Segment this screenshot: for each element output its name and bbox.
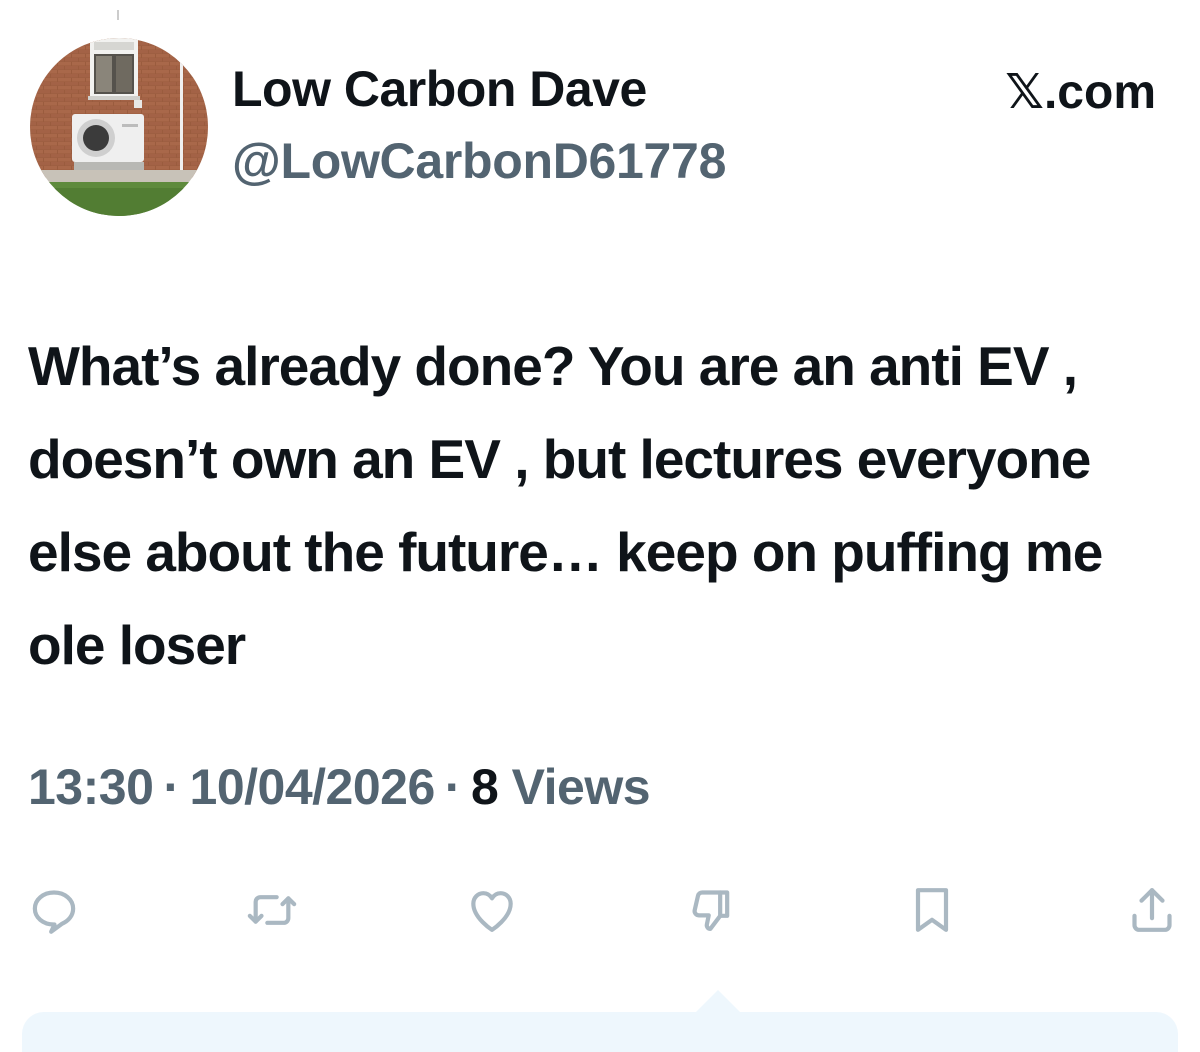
tweet-meta: 13:30 · 10/04/2026 · 8 Views bbox=[28, 758, 651, 816]
share-upload-icon bbox=[1132, 888, 1172, 932]
thumbs-down-icon bbox=[692, 890, 730, 931]
avatar-photo bbox=[30, 38, 208, 216]
meta-separator: · bbox=[163, 759, 180, 815]
share-button[interactable] bbox=[1112, 870, 1192, 950]
speech-bubble-icon bbox=[32, 890, 76, 934]
like-button[interactable] bbox=[452, 870, 532, 950]
views-count: 8 bbox=[470, 759, 499, 815]
heart-icon bbox=[471, 891, 513, 932]
tweet-date[interactable]: 10/04/2026 bbox=[190, 759, 436, 815]
repost-button[interactable] bbox=[232, 870, 312, 950]
meta-separator: · bbox=[444, 759, 462, 815]
reply-box-notch bbox=[696, 990, 740, 1012]
tweet-text: What’s already done? You are an anti EV … bbox=[28, 335, 1103, 676]
views-label: Views bbox=[511, 759, 651, 815]
display-name[interactable]: Low Carbon Dave bbox=[232, 60, 647, 118]
reply-button[interactable] bbox=[14, 870, 94, 950]
tweet-time[interactable]: 13:30 bbox=[28, 759, 154, 815]
avatar[interactable] bbox=[30, 38, 208, 216]
repost-arrows-icon bbox=[247, 895, 297, 925]
tweet-action-bar bbox=[0, 870, 1200, 950]
reply-input-area[interactable] bbox=[22, 1012, 1178, 1052]
dislike-button[interactable] bbox=[672, 870, 752, 950]
bookmark-button[interactable] bbox=[892, 870, 972, 950]
bookmark-icon bbox=[915, 888, 949, 932]
user-handle[interactable]: @LowCarbonD61778 bbox=[232, 132, 726, 190]
x-brand-link[interactable]: 𝕏.com bbox=[1005, 64, 1156, 120]
top-divider-mark bbox=[117, 10, 119, 20]
